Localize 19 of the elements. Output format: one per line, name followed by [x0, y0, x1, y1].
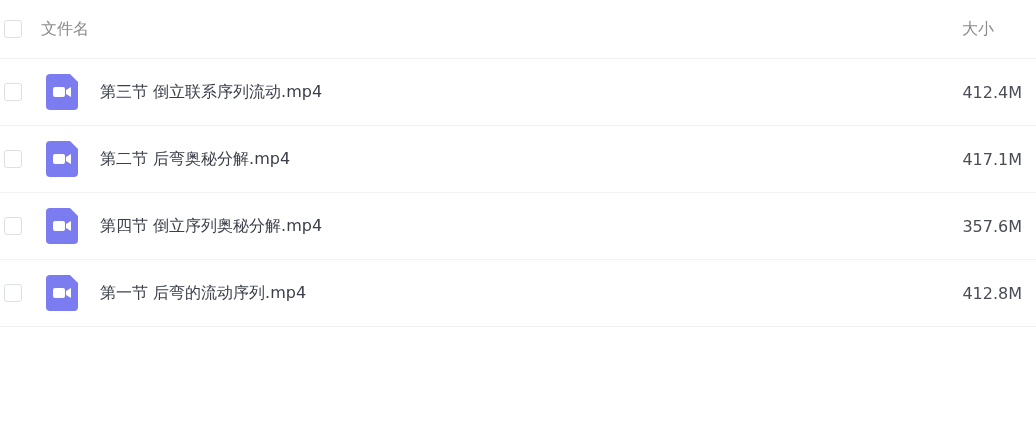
file-name[interactable]: 第二节 后弯奥秘分解.mp4: [100, 148, 963, 170]
row-checkbox[interactable]: [4, 150, 22, 168]
file-size: 412.8M: [962, 283, 1022, 303]
video-file-icon: [46, 208, 78, 244]
file-size: 412.4M: [962, 82, 1022, 102]
file-name[interactable]: 第四节 倒立序列奥秘分解.mp4: [100, 215, 963, 237]
file-name[interactable]: 第三节 倒立联系序列流动.mp4: [100, 81, 963, 103]
select-all-checkbox[interactable]: [4, 20, 22, 38]
video-file-icon: [46, 275, 78, 311]
file-size: 357.6M: [962, 216, 1022, 236]
row-checkbox[interactable]: [4, 83, 22, 101]
row-checkbox[interactable]: [4, 217, 22, 235]
column-header[interactable]: 文件名: [41, 18, 962, 40]
row-checkbox[interactable]: [4, 284, 22, 302]
column-header[interactable]: 大小: [962, 18, 1022, 40]
file-size: 417.1M: [962, 149, 1022, 169]
video-file-icon: [46, 74, 78, 110]
video-file-icon: [46, 141, 78, 177]
file-name[interactable]: 第一节 后弯的流动序列.mp4: [100, 282, 963, 304]
